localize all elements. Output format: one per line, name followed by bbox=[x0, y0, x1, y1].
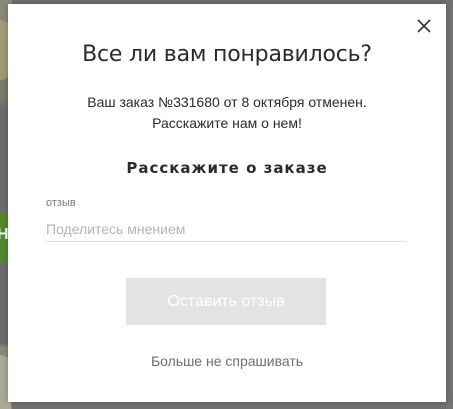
order-cancel-text: Ваш заказ №331680 от 8 октября отменен. bbox=[87, 94, 367, 110]
modal-title: Все ли вам понравилось? bbox=[82, 42, 372, 67]
order-cancel-message: Ваш заказ №331680 от 8 октября отменен. … bbox=[8, 92, 446, 134]
review-field-label: отзыв bbox=[46, 197, 76, 209]
review-section-heading: Расскажите о заказе bbox=[126, 159, 328, 177]
feedback-modal: Все ли вам понравилось? Ваш заказ №33168… bbox=[8, 4, 446, 402]
submit-review-button[interactable]: Оставить отзыв bbox=[126, 278, 326, 325]
close-button[interactable] bbox=[414, 16, 434, 36]
feedback-request-text: Расскажите нам о нем! bbox=[152, 115, 302, 131]
dont-ask-again-link[interactable]: Больше не спрашивать bbox=[8, 353, 446, 369]
background-page-edge bbox=[446, 0, 453, 409]
close-icon bbox=[417, 19, 431, 33]
review-input[interactable] bbox=[46, 217, 406, 242]
